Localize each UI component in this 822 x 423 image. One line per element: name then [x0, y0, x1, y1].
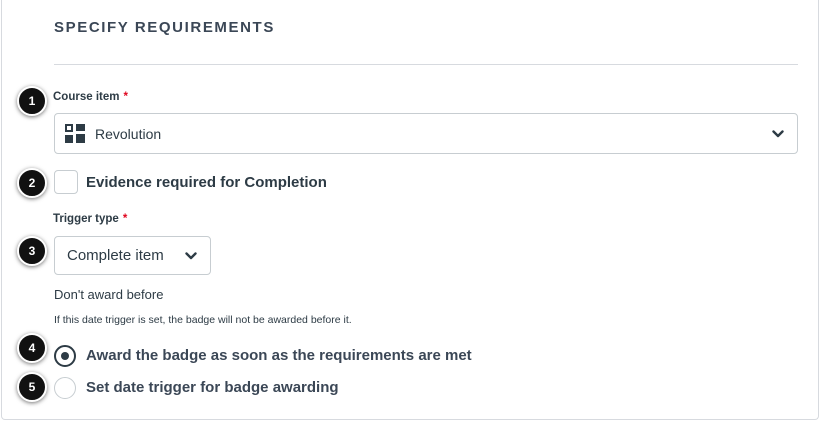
- module-item-icon: [65, 124, 85, 144]
- chevron-down-icon: [185, 252, 197, 260]
- section-divider: [54, 64, 798, 65]
- chevron-down-icon: [772, 130, 784, 138]
- evidence-checkbox[interactable]: [54, 170, 78, 194]
- course-item-value: Revolution: [95, 126, 162, 142]
- requirements-panel: SPECIFY REQUIREMENTS Course item * Revolu…: [1, 0, 819, 420]
- required-asterisk: *: [123, 91, 128, 103]
- step-marker-5: 5: [17, 372, 47, 402]
- trigger-type-value: Complete item: [67, 247, 164, 264]
- step-marker-2: 2: [17, 168, 47, 198]
- course-item-label-text: Course item: [53, 91, 120, 103]
- step-marker-4: 4: [17, 333, 47, 363]
- award-immediately-radio[interactable]: [54, 345, 76, 367]
- required-asterisk: *: [122, 213, 128, 225]
- step-marker-3: 3: [17, 236, 47, 266]
- course-item-label: Course item *: [53, 91, 128, 103]
- set-date-trigger-label: Set date trigger for badge awarding: [86, 379, 339, 396]
- date-trigger-label: Don't award before: [54, 287, 164, 302]
- section-title: SPECIFY REQUIREMENTS: [54, 19, 275, 36]
- award-immediately-label: Award the badge as soon as the requireme…: [86, 347, 472, 364]
- trigger-type-label: Trigger type *: [53, 213, 127, 225]
- step-marker-1: 1: [17, 86, 47, 116]
- course-item-select[interactable]: Revolution: [54, 113, 798, 154]
- set-date-trigger-radio[interactable]: [54, 377, 76, 399]
- evidence-checkbox-label: Evidence required for Completion: [86, 174, 327, 191]
- radio-dot: [61, 352, 69, 360]
- date-trigger-helper: If this date trigger is set, the badge w…: [54, 314, 352, 326]
- trigger-type-label-text: Trigger type: [53, 213, 119, 225]
- trigger-type-select[interactable]: Complete item: [54, 236, 211, 275]
